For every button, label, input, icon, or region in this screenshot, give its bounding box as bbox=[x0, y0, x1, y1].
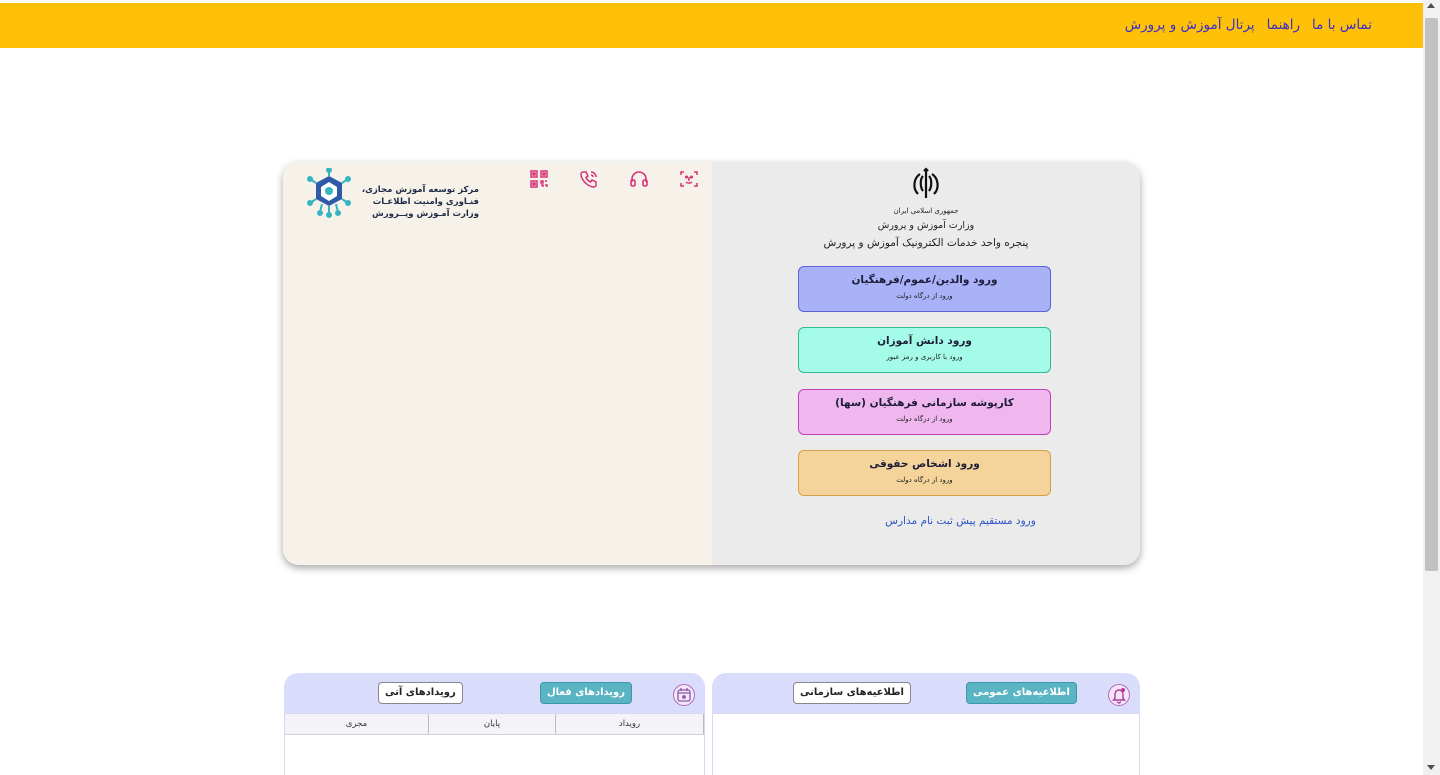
notices-panel-header: اطلاعیه‌های عمومی اطلاعیه‌های سازمانی bbox=[712, 673, 1140, 714]
iran-emblem-icon bbox=[908, 166, 944, 202]
events-table-container: رویداد پایان مجری bbox=[284, 713, 705, 775]
qr-code-icon[interactable] bbox=[529, 169, 549, 189]
students-login-button[interactable]: ورود دانش آموزان ورود با کاربری و رمز عب… bbox=[798, 327, 1051, 373]
legal-entities-login-button[interactable]: ورود اشخاص حقوقی ورود از درگاه دولت bbox=[798, 450, 1051, 496]
org-republic-label: جمهوری اسلامی ایران bbox=[893, 207, 959, 215]
scroll-down-arrow-icon[interactable] bbox=[1427, 765, 1435, 770]
headset-icon[interactable] bbox=[629, 169, 649, 189]
school-preregistration-link[interactable]: ورود مستقیم پیش ثبت نام مدارس bbox=[712, 515, 1140, 527]
scroll-up-arrow-icon[interactable] bbox=[1427, 3, 1435, 8]
notices-list bbox=[712, 713, 1140, 775]
login-panel: جمهوری اسلامی ایران وزارت آموزش و پرورش … bbox=[712, 162, 1140, 565]
face-id-icon[interactable] bbox=[679, 169, 699, 189]
events-panel-header: رویدادهای فعال رویدادهای آتی bbox=[284, 673, 705, 714]
org-portal-title: پنجره واحد خدمات الکترونیک آموزش و پرورش bbox=[823, 237, 1029, 249]
events-table-header: رویداد پایان مجری bbox=[285, 714, 704, 735]
nav-link-contact[interactable]: تماس با ما bbox=[1312, 17, 1372, 33]
login-card: مرکز توسعه آموزش مجازی، فنـاوری وامنیت ا… bbox=[283, 162, 1140, 565]
notices-panel: اطلاعیه‌های عمومی اطلاعیه‌های سازمانی bbox=[712, 673, 1140, 775]
parents-login-button[interactable]: ورود والدین/عموم/فرهنگیان ورود از درگاه … bbox=[798, 266, 1051, 312]
column-header-organizer[interactable]: مجری bbox=[285, 714, 429, 735]
events-table: رویداد پایان مجری bbox=[285, 714, 704, 735]
tab-active-events[interactable]: رویدادهای فعال bbox=[540, 682, 633, 704]
page-scrollbar[interactable] bbox=[1423, 0, 1440, 775]
nav-link-portal[interactable]: پرتال آموزش و پرورش bbox=[1125, 17, 1255, 33]
column-header-event[interactable]: رویداد bbox=[555, 714, 704, 735]
tab-public-notices[interactable]: اطلاعیه‌های عمومی bbox=[966, 682, 1077, 704]
teachers-portfolio-button[interactable]: کارپوشه سازمانی فرهنگیان (سها) ورود از د… bbox=[798, 389, 1051, 435]
info-panel: مرکز توسعه آموزش مجازی، فنـاوری وامنیت ا… bbox=[283, 162, 712, 565]
calendar-icon bbox=[673, 684, 695, 706]
center-logo-text: مرکز توسعه آموزش مجازی، فنـاوری وامنیت ا… bbox=[361, 185, 479, 219]
center-logo-icon bbox=[304, 167, 354, 220]
phone-icon[interactable] bbox=[579, 169, 599, 189]
nav-link-help[interactable]: راهنما bbox=[1267, 17, 1300, 33]
org-ministry-label: وزارت آموزش و پرورش bbox=[877, 220, 975, 231]
top-bar: پرتال آموزش و پرورش راهنما تماس با ما bbox=[0, 3, 1423, 48]
scroll-thumb[interactable] bbox=[1425, 18, 1438, 571]
top-nav: پرتال آموزش و پرورش راهنما تماس با ما bbox=[1125, 17, 1372, 33]
tab-upcoming-events[interactable]: رویدادهای آتی bbox=[378, 682, 463, 704]
bell-icon bbox=[1108, 684, 1130, 706]
events-panel: رویدادهای فعال رویدادهای آتی رویداد پایا… bbox=[284, 673, 705, 775]
tab-organizational-notices[interactable]: اطلاعیه‌های سازمانی bbox=[793, 682, 911, 704]
column-header-end[interactable]: پایان bbox=[428, 714, 556, 735]
